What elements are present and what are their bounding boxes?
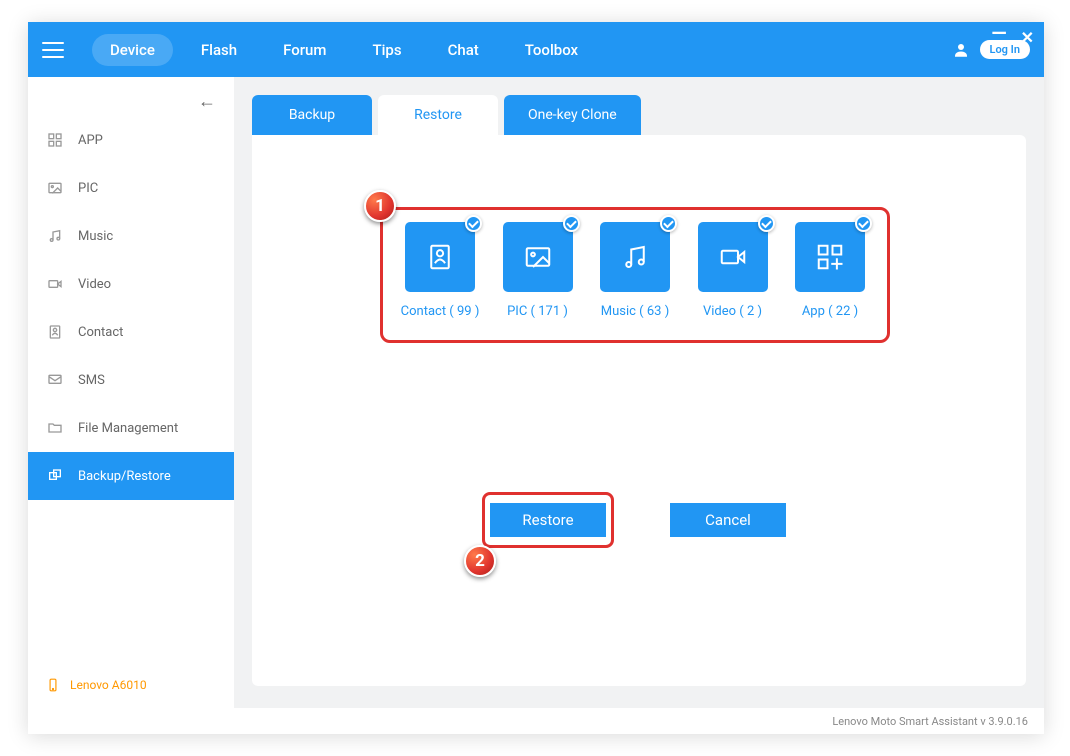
- nav-items: Device Flash Forum Tips Chat Toolbox: [92, 34, 596, 66]
- restore-button-highlight: Restore: [482, 492, 614, 548]
- app-tile: [795, 222, 865, 292]
- restore-item-app[interactable]: App ( 22 ): [787, 222, 873, 334]
- device-name: Lenovo A6010: [70, 678, 147, 692]
- folder-icon: [46, 419, 64, 437]
- restore-item-video[interactable]: Video ( 2 ): [690, 222, 776, 334]
- restore-item-label: PIC ( 171 ): [507, 304, 568, 319]
- sidebar-item-contact[interactable]: Contact: [28, 308, 234, 356]
- video-icon: [46, 275, 64, 293]
- restore-panel: 1 Contact ( 99 ) PIC: [252, 135, 1026, 686]
- music-icon: [46, 227, 64, 245]
- connected-device[interactable]: Lenovo A6010: [46, 678, 147, 692]
- app-window: Device Flash Forum Tips Chat Toolbox Log…: [28, 22, 1044, 734]
- nav-device[interactable]: Device: [92, 34, 173, 66]
- version-label: Lenovo Moto Smart Assistant v 3.9.0.16: [832, 715, 1028, 728]
- sidebar-item-sms[interactable]: SMS: [28, 356, 234, 404]
- sidebar-item-label: PIC: [78, 181, 98, 196]
- nav-tips[interactable]: Tips: [354, 34, 419, 66]
- check-icon: [563, 215, 580, 232]
- nav-chat[interactable]: Chat: [430, 34, 497, 66]
- restore-item-music[interactable]: Music ( 63 ): [592, 222, 678, 334]
- sidebar-item-backup-restore[interactable]: Backup/Restore: [28, 452, 234, 500]
- nav-forum[interactable]: Forum: [265, 34, 344, 66]
- tab-restore[interactable]: Restore: [378, 95, 498, 135]
- check-icon: [758, 215, 775, 232]
- restore-item-contact[interactable]: Contact ( 99 ): [397, 222, 483, 334]
- phone-icon: [46, 678, 60, 692]
- contact-tile: [405, 222, 475, 292]
- restore-item-label: Video ( 2 ): [703, 304, 762, 319]
- cancel-button[interactable]: Cancel: [670, 503, 786, 537]
- window-controls: ― ✕: [991, 28, 1034, 47]
- sidebar-item-label: APP: [78, 133, 103, 148]
- check-icon: [660, 215, 677, 232]
- sidebar-item-music[interactable]: Music: [28, 212, 234, 260]
- tab-one-key-clone[interactable]: One-key Clone: [504, 95, 641, 135]
- sidebar: ← APP PIC Music: [28, 77, 234, 708]
- restore-item-label: App ( 22 ): [802, 304, 858, 319]
- tab-backup[interactable]: Backup: [252, 95, 372, 135]
- sms-icon: [46, 371, 64, 389]
- video-tile: [698, 222, 768, 292]
- sidebar-item-label: Contact: [78, 325, 123, 340]
- content-area: Backup Restore One-key Clone 1 Contact (…: [234, 77, 1044, 708]
- top-nav-bar: Device Flash Forum Tips Chat Toolbox Log…: [28, 22, 1044, 77]
- nav-flash[interactable]: Flash: [183, 34, 255, 66]
- restore-item-pic[interactable]: PIC ( 171 ): [495, 222, 581, 334]
- sidebar-item-label: Video: [78, 277, 111, 292]
- sidebar-item-label: Music: [78, 229, 113, 244]
- check-icon: [855, 215, 872, 232]
- sidebar-item-label: SMS: [78, 373, 105, 388]
- restore-item-label: Contact ( 99 ): [401, 304, 480, 319]
- back-arrow-icon[interactable]: ←: [198, 91, 216, 112]
- image-icon: [46, 179, 64, 197]
- menu-icon[interactable]: [42, 42, 64, 58]
- music-tile: [600, 222, 670, 292]
- footer-bar: Lenovo Moto Smart Assistant v 3.9.0.16: [28, 708, 1044, 734]
- minimize-button[interactable]: ―: [991, 28, 1006, 47]
- backup-icon: [46, 467, 64, 485]
- sidebar-item-file-management[interactable]: File Management: [28, 404, 234, 452]
- tabs-row: Backup Restore One-key Clone: [252, 95, 1026, 135]
- body: ← APP PIC Music: [28, 77, 1044, 708]
- grid-icon: [46, 131, 64, 149]
- close-button[interactable]: ✕: [1021, 28, 1034, 47]
- check-icon: [465, 215, 482, 232]
- sidebar-item-label: Backup/Restore: [78, 469, 171, 484]
- restore-items-group: Contact ( 99 ) PIC ( 171 ): [380, 207, 890, 343]
- annotation-badge-2: 2: [464, 545, 496, 577]
- nav-toolbox[interactable]: Toolbox: [507, 34, 596, 66]
- restore-item-label: Music ( 63 ): [601, 304, 669, 319]
- sidebar-item-app[interactable]: APP: [28, 116, 234, 164]
- contact-icon: [46, 323, 64, 341]
- pic-tile: [503, 222, 573, 292]
- annotation-badge-1: 1: [364, 190, 396, 222]
- sidebar-item-pic[interactable]: PIC: [28, 164, 234, 212]
- sidebar-item-video[interactable]: Video: [28, 260, 234, 308]
- restore-button[interactable]: Restore: [490, 503, 606, 537]
- user-icon: [952, 41, 970, 59]
- sidebar-item-label: File Management: [78, 421, 178, 436]
